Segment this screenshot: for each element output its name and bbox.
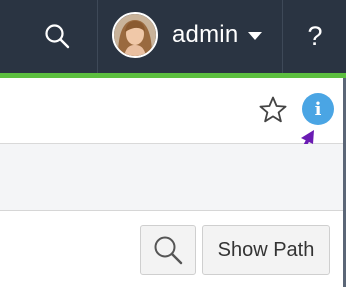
- show-path-button[interactable]: Show Path: [202, 225, 330, 275]
- top-navigation-bar: admin ?: [0, 0, 346, 73]
- info-icon: i: [314, 98, 322, 120]
- search-button[interactable]: [140, 225, 196, 275]
- username-label: admin: [172, 21, 239, 48]
- header-divider: [97, 0, 98, 73]
- user-avatar: [112, 12, 158, 58]
- caret-down-icon: [248, 31, 263, 40]
- info-button[interactable]: i: [302, 93, 334, 125]
- user-menu[interactable]: admin: [106, 6, 276, 64]
- content-header-band: [0, 144, 346, 211]
- show-path-label: Show Path: [217, 238, 315, 261]
- header-search-button[interactable]: [22, 8, 92, 64]
- header-divider: [282, 0, 283, 73]
- help-button[interactable]: ?: [284, 8, 346, 64]
- help-icon: ?: [307, 20, 323, 51]
- search-icon: [154, 236, 183, 265]
- star-outline-icon: [259, 96, 287, 123]
- action-area: Show Path: [0, 211, 346, 287]
- favorite-button[interactable]: [258, 95, 288, 125]
- search-icon: [45, 24, 70, 49]
